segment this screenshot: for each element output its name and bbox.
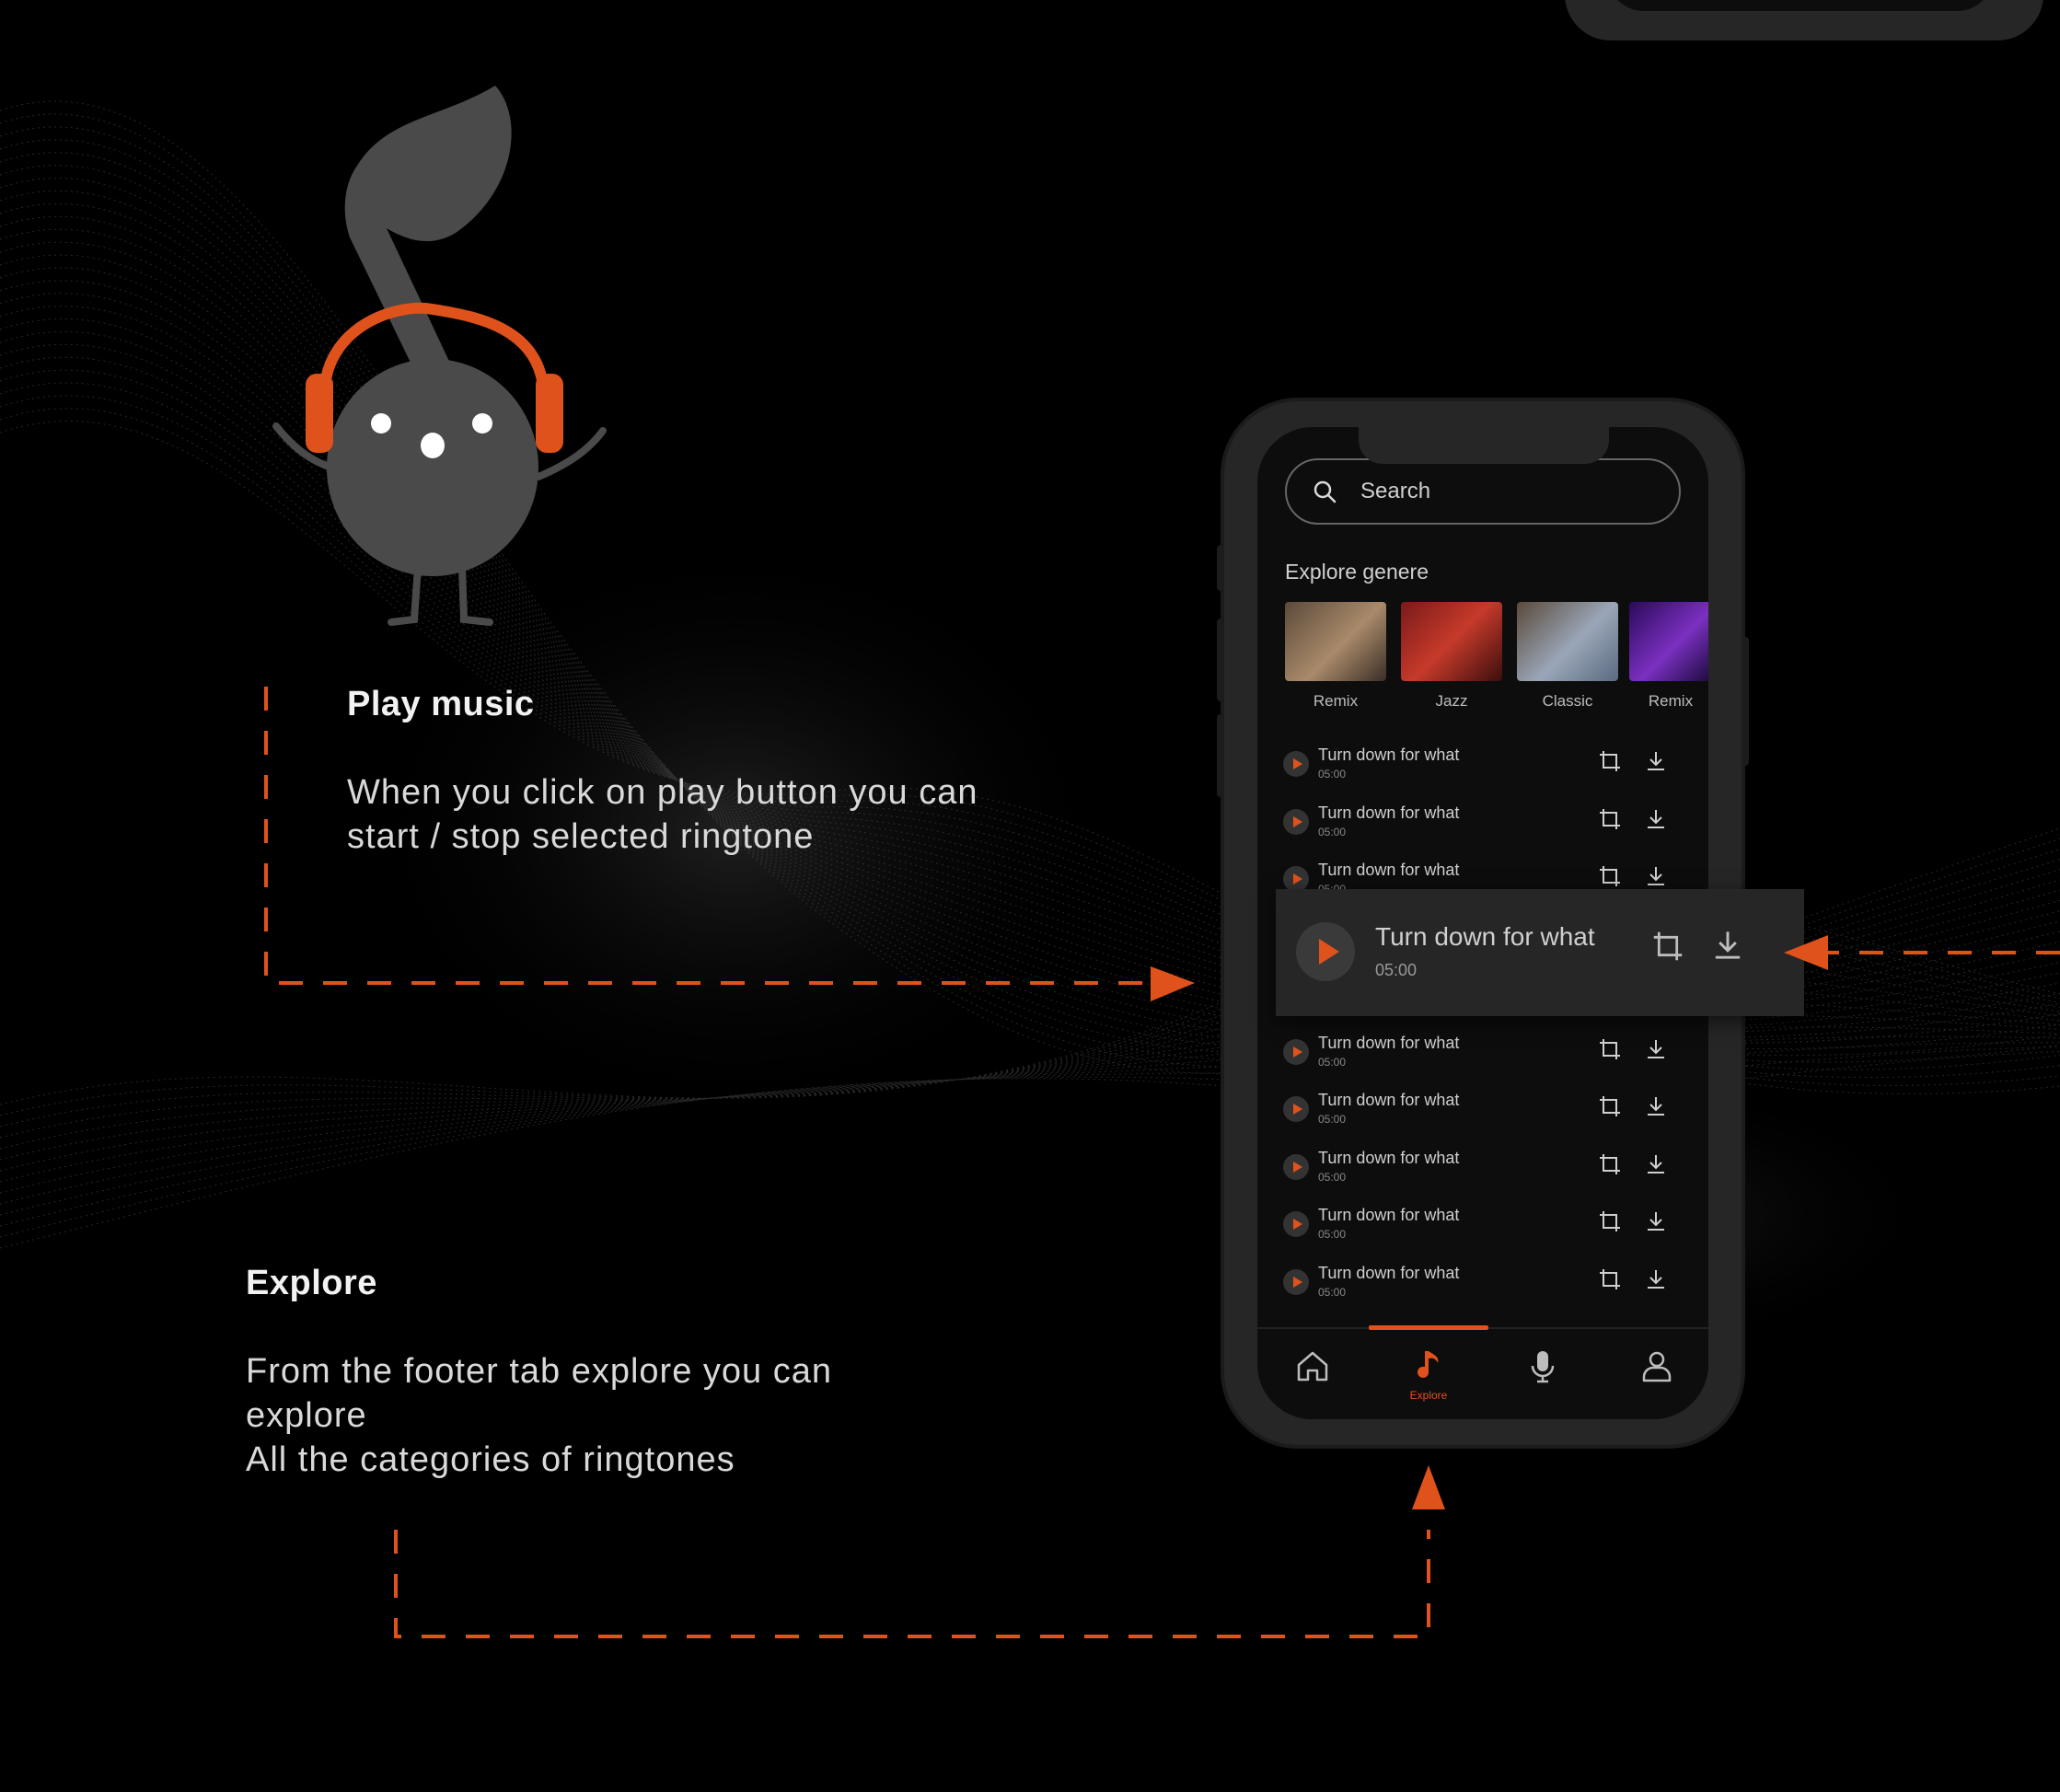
phone-side-button [1217,619,1224,701]
play-button[interactable] [1283,1211,1309,1237]
genre-card-remix[interactable]: Remix [1285,602,1386,711]
crop-icon[interactable] [1598,1094,1622,1118]
track-row[interactable]: Turn down for what 05:00 [1283,1143,1688,1191]
genre-label: Classic [1542,692,1593,710]
active-tab-indicator [1369,1325,1488,1330]
track-row[interactable]: Turn down for what 05:00 [1283,740,1688,788]
play-music-annotation: Play music When you click on play button… [347,685,978,859]
annotation-description: When you click on play button you can st… [347,773,978,856]
crop-icon[interactable] [1598,1152,1622,1176]
annotation-description: From the footer tab explore you can expl… [246,1352,832,1479]
track-duration: 05:00 [1318,768,1347,780]
phone-side-button [1217,714,1224,797]
download-icon[interactable] [1644,807,1668,831]
download-icon[interactable] [1644,1267,1668,1291]
explore-annotation: Explore From the footer tab explore you … [246,1264,832,1482]
play-button[interactable] [1283,1039,1309,1065]
play-button[interactable] [1283,1096,1309,1122]
music-note-icon [1418,1351,1439,1378]
crop-icon[interactable] [1598,749,1622,773]
genre-label: Remix [1313,692,1359,710]
play-button[interactable] [1283,1269,1309,1295]
track-row[interactable]: Turn down for what 05:00 [1283,1085,1688,1133]
play-button[interactable] [1283,809,1309,835]
footer-tab-bar: Explore [1257,1325,1708,1419]
crop-icon[interactable] [1598,1037,1622,1061]
track-title: Turn down for what [1375,922,1595,951]
track-duration: 05:00 [1318,1228,1347,1241]
track-title: Turn down for what [1318,1206,1460,1224]
tab-label: Explore [1409,1389,1448,1402]
track-duration: 05:00 [1318,1171,1347,1184]
music-note-mascot [272,86,607,626]
play-button[interactable] [1283,1154,1309,1180]
genre-card-remix[interactable]: Remix [1629,602,1708,711]
genre-label: Jazz [1435,692,1468,710]
search-placeholder: Search [1360,479,1431,503]
track-title: Turn down for what [1318,1034,1460,1052]
genre-card-classic[interactable]: Classic [1517,602,1618,711]
track-row[interactable]: Turn down for what 05:00 [1283,798,1688,846]
download-icon[interactable] [1644,1037,1668,1061]
crop-icon[interactable] [1598,1267,1622,1291]
genre-image [1517,602,1618,681]
download-icon[interactable] [1644,1209,1668,1233]
track-row[interactable]: Turn down for what 05:00 [1283,1028,1688,1076]
phone-notch [1359,427,1609,464]
phone-side-button [1742,637,1749,766]
track-title: Turn down for what [1318,1264,1460,1282]
track-title: Turn down for what [1318,804,1460,822]
track-title: Turn down for what [1318,746,1460,764]
track-title: Turn down for what [1318,861,1460,879]
tab-home[interactable] [1285,1347,1340,1389]
track-duration: 05:00 [1318,826,1347,838]
genre-carousel: Remix Jazz Classic Remix [1285,602,1708,722]
genre-image [1629,602,1708,681]
crop-icon[interactable] [1598,1209,1622,1233]
genre-card-jazz[interactable]: Jazz [1401,602,1502,711]
play-button[interactable] [1283,866,1309,892]
track-title: Turn down for what [1318,1149,1460,1167]
annotation-title: Explore [246,1264,377,1302]
download-icon[interactable] [1644,1152,1668,1176]
download-icon[interactable] [1644,1094,1668,1118]
crop-icon[interactable] [1651,930,1684,963]
search-input[interactable]: Search [1285,458,1681,525]
phone-frame-partial [1565,0,2043,40]
crop-icon[interactable] [1598,864,1622,888]
tab-explore[interactable]: Explore [1401,1347,1456,1402]
search-icon [1314,480,1337,503]
track-duration: 05:00 [1318,1056,1347,1069]
track-duration: 05:00 [1318,1113,1347,1126]
user-icon [1642,1351,1672,1382]
play-button[interactable] [1283,751,1309,777]
download-icon[interactable] [1644,864,1668,888]
track-duration: 05:00 [1375,961,1418,979]
genre-label: Remix [1648,692,1694,710]
track-row[interactable]: Turn down for what 05:00 [1283,1200,1688,1248]
download-icon[interactable] [1644,749,1668,773]
tab-record[interactable] [1515,1347,1570,1389]
section-title: Explore genere [1285,560,1429,584]
microphone-icon [1531,1351,1555,1383]
play-button[interactable] [1296,922,1355,981]
phone-side-button [1217,545,1224,591]
annotation-title: Play music [347,685,535,723]
track-duration: 05:00 [1318,1286,1347,1299]
crop-icon[interactable] [1598,807,1622,831]
download-icon[interactable] [1710,928,1745,963]
tab-profile[interactable] [1629,1347,1684,1389]
home-icon [1297,1351,1328,1382]
genre-image [1285,602,1386,681]
track-row[interactable]: Turn down for what 05:00 [1283,1258,1688,1306]
genre-image [1401,602,1502,681]
highlighted-track-card[interactable]: Turn down for what 05:00 [1276,889,1804,1016]
track-title: Turn down for what [1318,1091,1460,1109]
